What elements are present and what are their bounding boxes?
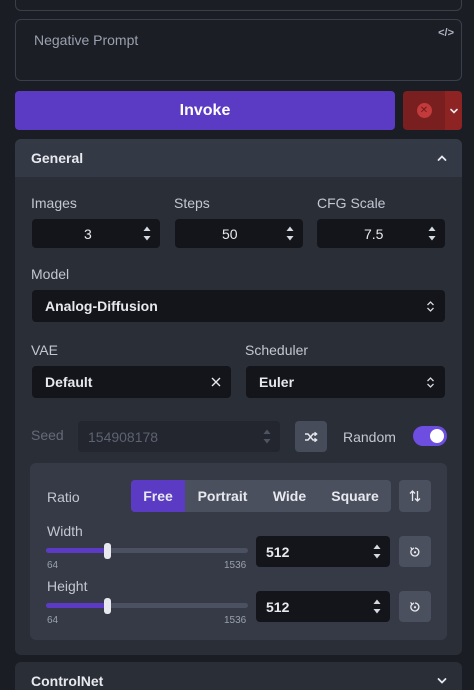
images-input[interactable]: 3 [32,219,160,248]
width-slider[interactable] [46,548,248,553]
scheduler-label: Scheduler [245,342,309,358]
vae-select[interactable]: Default [32,366,231,398]
cfg-scale-label: CFG Scale [317,195,386,211]
select-arrows-icon [427,377,434,388]
chevron-down-icon [449,108,458,114]
width-slider-fill [46,548,108,553]
controlnet-panel-header[interactable]: ControlNet [15,662,462,690]
scheduler-value: Euler [259,374,295,390]
shuffle-seed-button[interactable] [295,421,327,452]
images-label: Images [31,195,77,211]
seed-label: Seed [31,427,64,443]
width-value: 512 [266,544,290,560]
swap-dimensions-button[interactable] [399,480,431,512]
stepper-icon[interactable] [142,223,152,244]
reset-height-button[interactable] [399,591,431,622]
steps-input[interactable]: 50 [175,219,303,248]
close-icon[interactable] [210,376,222,388]
height-input[interactable]: 512 [256,591,390,622]
reset-width-button[interactable] [399,536,431,567]
height-max-label: 1536 [224,615,247,626]
ratio-option-label: Wide [272,488,307,504]
scheduler-select[interactable]: Euler [246,366,445,398]
random-seed-label: Random [343,429,396,445]
model-select[interactable]: Analog-Diffusion [32,290,445,322]
height-slider[interactable] [46,603,248,608]
x-circle-icon: ✕ [416,103,432,118]
stepper-icon[interactable] [372,541,382,562]
stepper-icon [263,429,271,444]
width-slider-thumb[interactable] [104,543,111,559]
negative-prompt-field[interactable]: Negative Prompt </> [15,19,462,81]
height-slider-thumb[interactable] [104,598,111,614]
invoke-button[interactable]: Invoke [15,91,395,130]
general-panel-title: General [31,150,84,166]
cancel-menu-button[interactable] [445,91,462,130]
height-label: Height [47,578,88,594]
images-value: 3 [84,226,92,242]
ratio-option-wide[interactable]: Wide [260,480,319,512]
shuffle-icon [305,431,318,442]
code-icon[interactable]: </> [438,27,454,39]
height-slider-fill [46,603,108,608]
ratio-option-portrait[interactable]: Portrait [185,480,260,512]
seed-value: 154908178 [88,429,159,445]
ratio-option-label: Free [143,488,173,504]
cfg-scale-value: 7.5 [364,226,384,242]
steps-value: 50 [222,226,238,242]
ratio-option-label: Square [331,488,379,504]
toggle-knob [430,429,444,443]
ratio-option-free[interactable]: Free [131,480,185,512]
stepper-icon[interactable] [427,223,437,244]
reset-icon [410,601,420,612]
height-value: 512 [266,599,290,615]
cfg-scale-input[interactable]: 7.5 [317,219,445,248]
stepper-icon[interactable] [285,223,295,244]
vae-value: Default [45,374,93,390]
model-label: Model [31,266,70,282]
select-arrows-icon [427,301,434,312]
random-seed-toggle[interactable] [413,426,447,446]
negative-prompt-placeholder: Negative Prompt [34,32,139,48]
width-max-label: 1536 [224,560,247,571]
ratio-button-group: Free Portrait Wide Square [131,480,391,512]
swap-vertical-icon [409,490,421,502]
vae-label: VAE [31,342,58,358]
width-input[interactable]: 512 [256,536,390,567]
stepper-icon[interactable] [372,596,382,617]
chevron-up-icon [437,155,447,161]
model-value: Analog-Diffusion [45,298,158,314]
steps-label: Steps [174,195,210,211]
ratio-label: Ratio [47,489,80,505]
ratio-option-label: Portrait [197,488,248,504]
width-label: Width [47,523,83,539]
controlnet-panel-title: ControlNet [31,673,104,689]
invoke-label: Invoke [179,101,231,119]
ratio-option-square[interactable]: Square [319,480,391,512]
seed-input[interactable]: 154908178 [78,421,280,452]
reset-icon [410,546,420,557]
general-panel-header[interactable]: General [15,139,462,177]
width-min-label: 64 [47,560,59,571]
cancel-button[interactable]: ✕ [403,91,445,130]
positive-prompt-field[interactable] [15,0,462,11]
chevron-down-icon [437,678,447,684]
height-min-label: 64 [47,615,59,626]
